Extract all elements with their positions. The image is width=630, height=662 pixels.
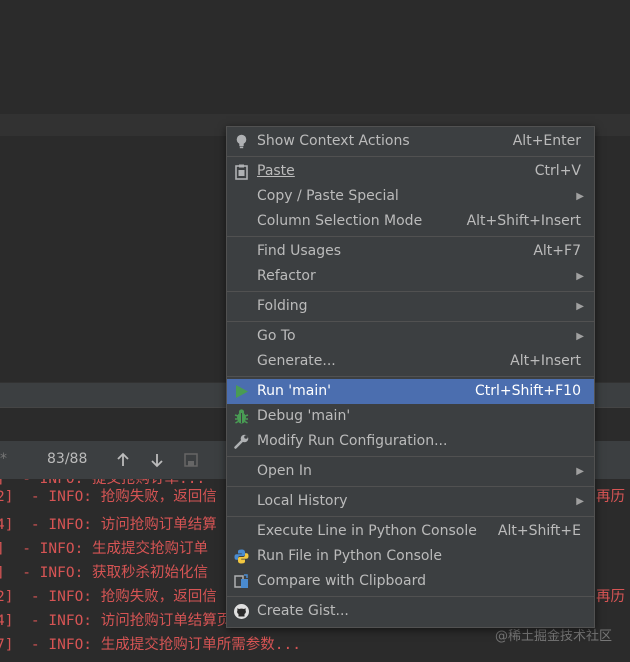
menu-item-shortcut: Alt+Shift+Insert <box>466 213 581 229</box>
menu-item-label: Create Gist... <box>257 603 349 619</box>
menu-item-label: Run 'main' <box>257 383 331 399</box>
wrench-icon <box>233 433 250 450</box>
menu-item-folding[interactable]: Folding ▶ <box>227 294 594 319</box>
submenu-arrow-icon: ▶ <box>576 191 584 202</box>
menu-item-label: Refactor <box>257 268 316 284</box>
submenu-arrow-icon: ▶ <box>576 301 584 312</box>
submenu-arrow-icon: ▶ <box>576 331 584 342</box>
lightbulb-icon <box>233 133 250 150</box>
menu-item-refactor[interactable]: Refactor ▶ <box>227 264 594 289</box>
log-line: 2] - INFO: 抢购失败，返回信 <box>0 589 217 605</box>
menu-item-shortcut: Alt+F7 <box>533 243 581 259</box>
menu-item-shortcut: Alt+Insert <box>510 353 581 369</box>
menu-separator <box>227 596 594 597</box>
run-icon <box>233 383 250 400</box>
compare-icon <box>233 573 250 590</box>
log-line: 2] - INFO: 抢购失败，返回信 <box>0 489 217 505</box>
match-count: 83/88 <box>47 451 88 467</box>
menu-separator <box>227 456 594 457</box>
menu-item-label: Folding <box>257 298 308 314</box>
menu-separator <box>227 236 594 237</box>
toolbar-edge-glyph: * <box>0 451 7 467</box>
menu-item-shortcut: Ctrl+V <box>534 163 581 179</box>
context-menu: Show Context Actions Alt+Enter Paste Ctr… <box>226 126 595 628</box>
menu-separator <box>227 376 594 377</box>
menu-separator <box>227 291 594 292</box>
arrow-down-icon <box>151 454 163 468</box>
menu-item-column-selection-mode[interactable]: Column Selection Mode Alt+Shift+Insert <box>227 209 594 234</box>
log-line: 7] - INFO: 生成提交抢购订单所需参数... <box>0 637 301 653</box>
log-line: ] - INFO: 生成提交抢购订单 <box>0 541 209 557</box>
menu-item-shortcut: Ctrl+Shift+F10 <box>474 383 581 399</box>
log-line: 4] - INFO: 访问抢购订单结算 <box>0 517 217 533</box>
select-all-occurrences-button[interactable] <box>180 449 202 471</box>
menu-item-modify-run-configuration[interactable]: Modify Run Configuration... <box>227 429 594 454</box>
menu-separator <box>227 156 594 157</box>
menu-item-run-file-python-console[interactable]: Run File in Python Console <box>227 544 594 569</box>
menu-item-label: Debug 'main' <box>257 408 351 424</box>
editor-area[interactable] <box>0 0 630 114</box>
menu-item-compare-with-clipboard[interactable]: Compare with Clipboard <box>227 569 594 594</box>
menu-separator <box>227 516 594 517</box>
menu-item-show-context-actions[interactable]: Show Context Actions Alt+Enter <box>227 129 594 154</box>
submenu-arrow-icon: ▶ <box>576 496 584 507</box>
menu-item-run-main[interactable]: Run 'main' Ctrl+Shift+F10 <box>227 379 594 404</box>
menu-item-generate[interactable]: Generate... Alt+Insert <box>227 349 594 374</box>
menu-item-create-gist[interactable]: Create Gist... <box>227 599 594 624</box>
menu-item-paste[interactable]: Paste Ctrl+V <box>227 159 594 184</box>
menu-item-label: Go To <box>257 328 296 344</box>
menu-separator <box>227 321 594 322</box>
menu-item-label: Local History <box>257 493 348 509</box>
menu-item-local-history[interactable]: Local History ▶ <box>227 489 594 514</box>
log-line-fragment: 再历 <box>596 489 625 505</box>
submenu-arrow-icon: ▶ <box>576 271 584 282</box>
menu-separator <box>227 486 594 487</box>
menu-item-shortcut: Alt+Enter <box>512 133 581 149</box>
prev-match-button[interactable] <box>112 449 134 471</box>
python-icon <box>233 548 250 565</box>
log-line: ] - INFO: 获取秒杀初始化信 <box>0 565 209 581</box>
menu-item-label: Column Selection Mode <box>257 213 423 229</box>
menu-item-label: Open In <box>257 463 312 479</box>
menu-item-execute-line-python-console[interactable]: Execute Line in Python Console Alt+Shift… <box>227 519 594 544</box>
menu-item-shortcut: Alt+Shift+E <box>497 523 581 539</box>
menu-item-label: Paste <box>257 163 295 179</box>
menu-item-copy-paste-special[interactable]: Copy / Paste Special ▶ <box>227 184 594 209</box>
submenu-arrow-icon: ▶ <box>576 466 584 477</box>
menu-item-label: Copy / Paste Special <box>257 188 399 204</box>
github-icon <box>233 603 250 620</box>
menu-item-label: Generate... <box>257 353 336 369</box>
menu-item-label: Modify Run Configuration... <box>257 433 448 449</box>
log-line-fragment: 再历 <box>596 589 625 605</box>
menu-item-go-to[interactable]: Go To ▶ <box>227 324 594 349</box>
menu-item-debug-main[interactable]: Debug 'main' <box>227 404 594 429</box>
menu-item-label: Compare with Clipboard <box>257 573 426 589</box>
clipboard-icon <box>233 163 250 180</box>
debug-bug-icon <box>233 408 250 425</box>
next-match-button[interactable] <box>146 449 168 471</box>
menu-item-find-usages[interactable]: Find Usages Alt+F7 <box>227 239 594 264</box>
menu-item-label: Run File in Python Console <box>257 548 442 564</box>
menu-item-label: Find Usages <box>257 243 342 259</box>
menu-item-label: Execute Line in Python Console <box>257 523 477 539</box>
arrow-up-icon <box>117 452 129 466</box>
save-disabled-icon <box>184 453 198 467</box>
menu-item-label: Show Context Actions <box>257 133 410 149</box>
menu-item-open-in[interactable]: Open In ▶ <box>227 459 594 484</box>
